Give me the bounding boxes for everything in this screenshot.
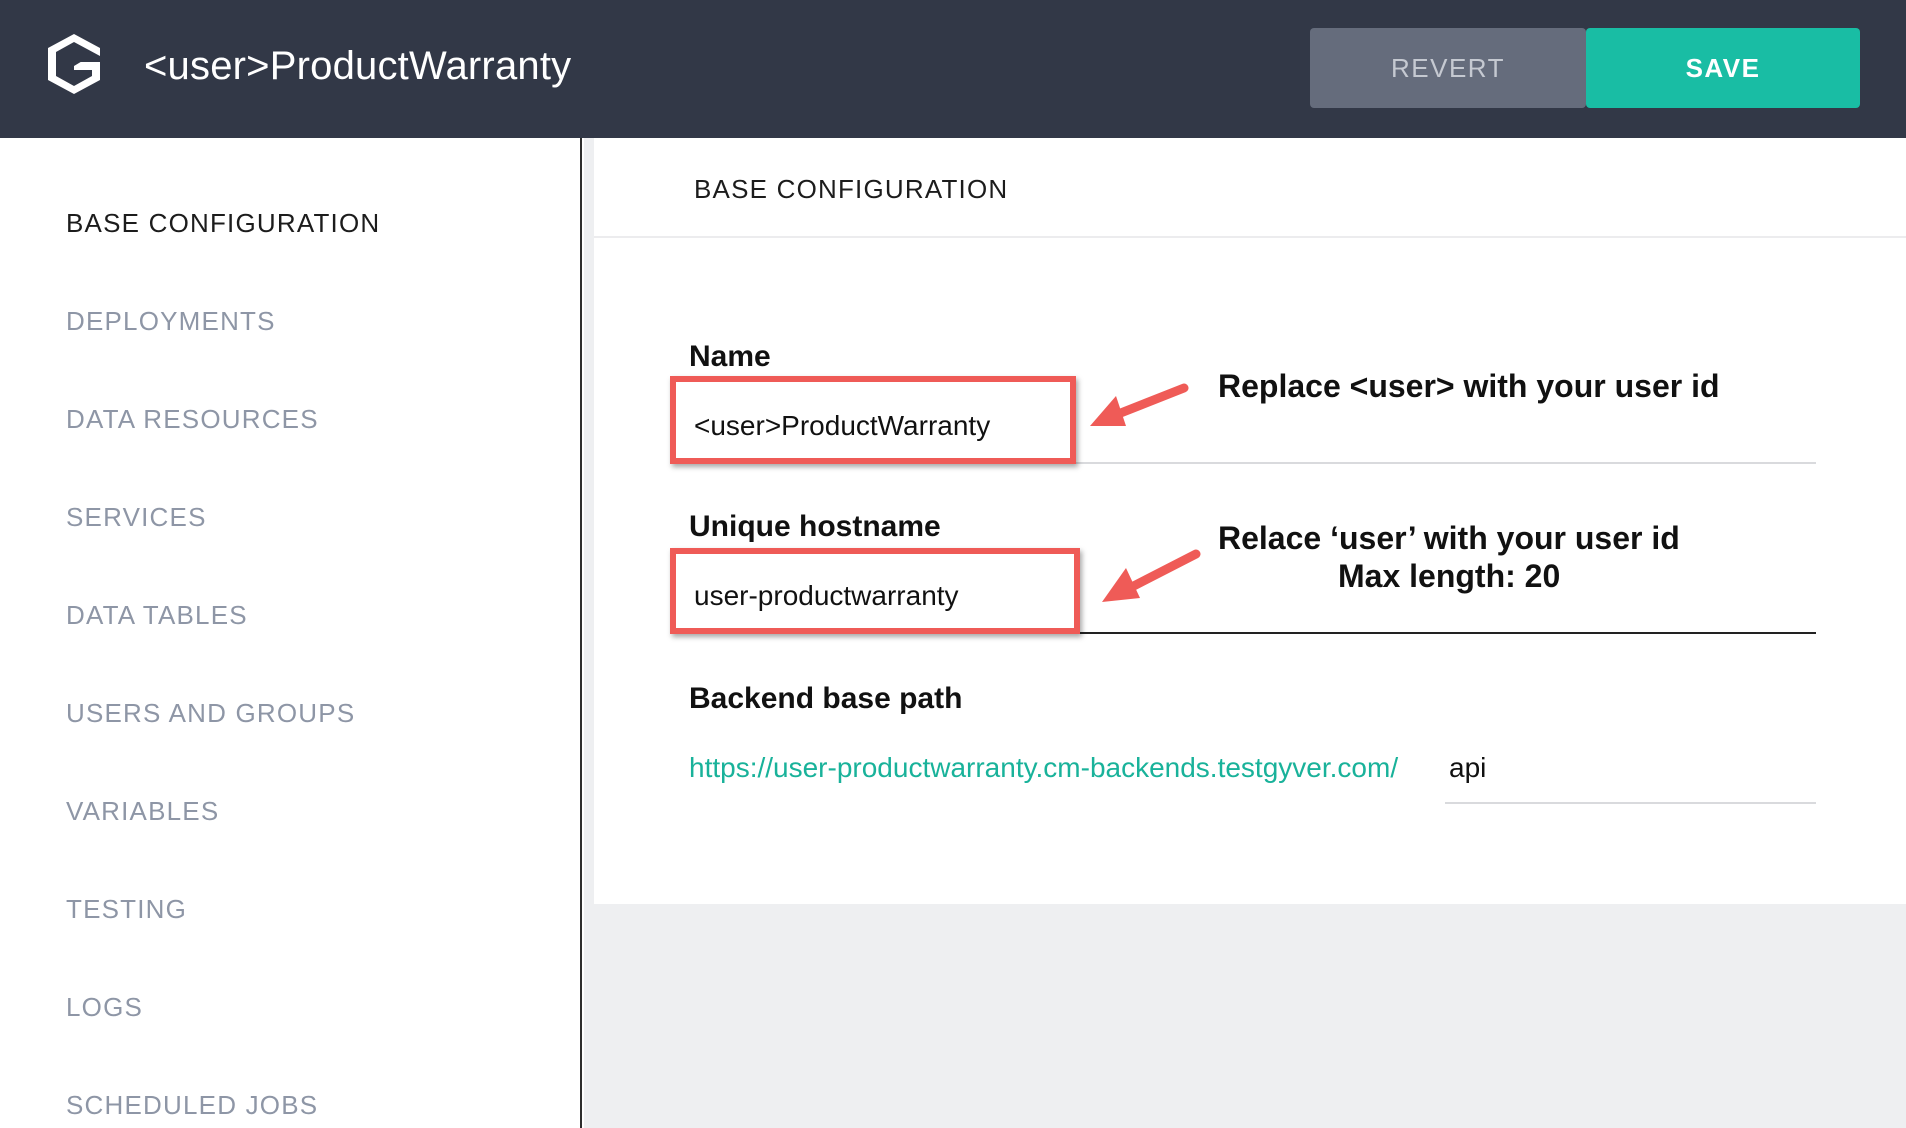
arrow-annotation-icon xyxy=(1102,549,1201,602)
sidebar-item-services[interactable]: SERVICES xyxy=(66,502,207,533)
sidebar-item-base-configuration[interactable]: BASE CONFIGURATION xyxy=(66,208,380,239)
name-highlight-box xyxy=(670,376,1076,464)
hostname-field-underline xyxy=(1078,632,1816,634)
sidebar-item-testing[interactable]: TESTING xyxy=(66,894,187,925)
name-annotation-note: Replace <user> with your user id xyxy=(1218,368,1720,404)
sidebar-item-logs[interactable]: LOGS xyxy=(66,992,143,1023)
sidebar-item-data-resources[interactable]: DATA RESOURCES xyxy=(66,404,319,435)
backend-path-input[interactable]: api xyxy=(1449,752,1486,784)
backend-path-label: Backend base path xyxy=(689,682,963,715)
backend-host-link[interactable]: https://user-productwarranty.cm-backends… xyxy=(689,752,1398,784)
section-title: BASE CONFIGURATION xyxy=(694,174,1009,204)
name-field-underline xyxy=(1074,462,1816,464)
arrow-annotation-icon xyxy=(1090,383,1189,426)
cloud-gateway-logo-icon xyxy=(48,34,100,94)
hostname-annotation-note: Relace ‘user’ with your user id xyxy=(1218,520,1680,556)
sidebar-item-data-tables[interactable]: DATA TABLES xyxy=(66,600,248,631)
sidebar-nav xyxy=(0,138,582,1128)
hostname-highlight-box xyxy=(670,548,1080,634)
save-button[interactable]: SAVE xyxy=(1586,28,1860,108)
app-header: <user>ProductWarranty REVERT SAVE xyxy=(0,0,1906,138)
hostname-label: Unique hostname xyxy=(689,510,941,543)
name-label: Name xyxy=(689,340,771,373)
backend-path-underline xyxy=(1445,802,1816,804)
app-title: <user>ProductWarranty xyxy=(144,44,572,88)
sidebar-item-users-and-groups[interactable]: USERS AND GROUPS xyxy=(66,698,355,729)
revert-button[interactable]: REVERT xyxy=(1310,28,1586,108)
sidebar-item-deployments[interactable]: DEPLOYMENTS xyxy=(66,306,276,337)
hostname-max-length-note: Max length: 20 xyxy=(1338,558,1561,594)
sidebar-item-variables[interactable]: VARIABLES xyxy=(66,796,219,827)
sidebar-item-scheduled-jobs[interactable]: SCHEDULED JOBS xyxy=(66,1090,318,1121)
